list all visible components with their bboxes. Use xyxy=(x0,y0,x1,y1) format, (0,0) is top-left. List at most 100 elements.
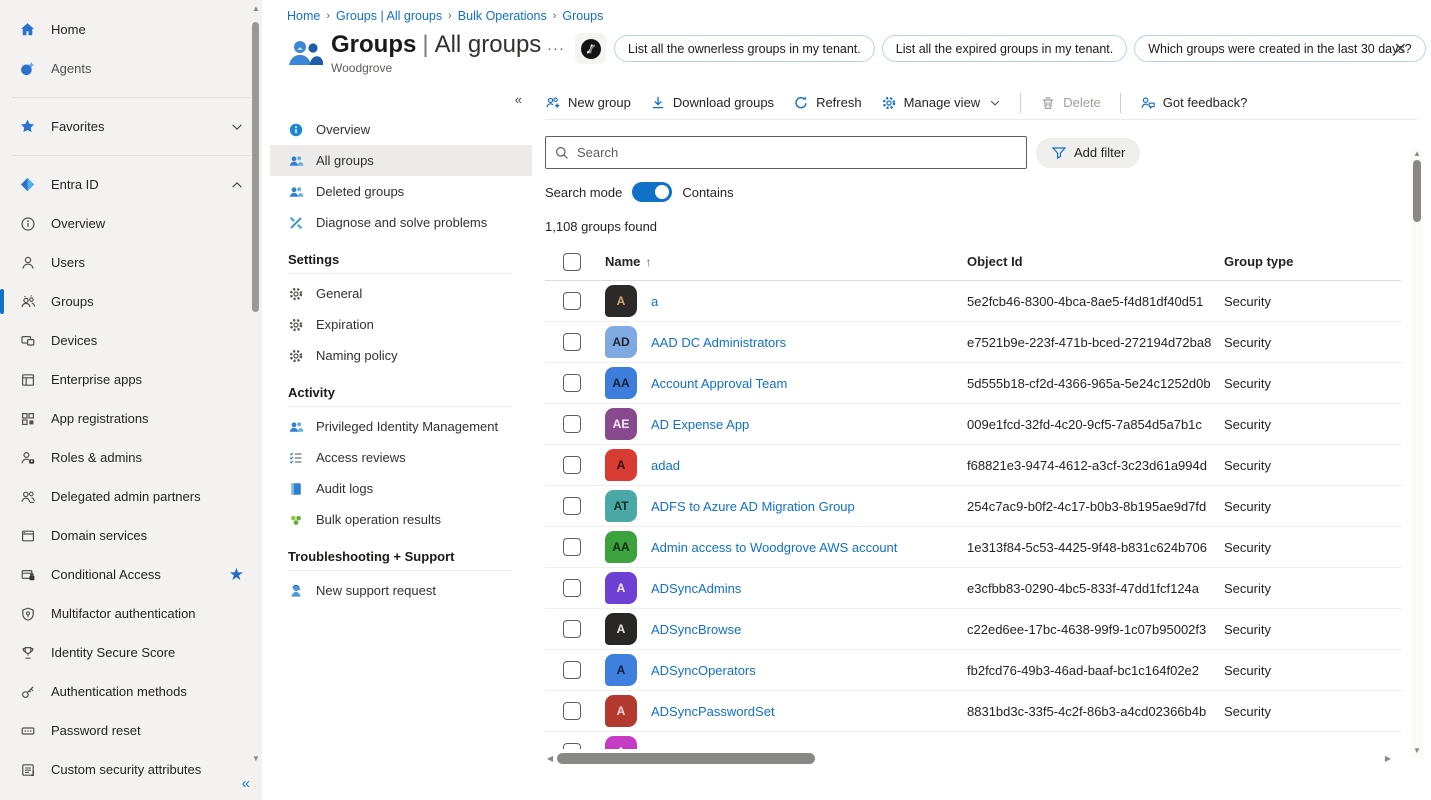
breadcrumb-link[interactable]: Home xyxy=(287,9,320,23)
sidebar-item-delegated-admin-partners[interactable]: Delegated admin partners xyxy=(0,477,262,516)
subnav-item-bulk-operation-results[interactable]: Bulk operation results xyxy=(270,504,532,535)
select-all-checkbox[interactable] xyxy=(563,253,581,271)
subnav-item-diagnose-and-solve-problems[interactable]: Diagnose and solve problems xyxy=(270,207,532,238)
subnav-item-new-support-request[interactable]: New support request xyxy=(270,575,532,606)
scroll-left-icon[interactable]: ◀ xyxy=(545,754,555,764)
sidebar-collapse-button[interactable]: « xyxy=(242,775,250,792)
group-name-link[interactable]: Admin access to Woodgrove AWS account xyxy=(651,540,967,555)
overflow-menu-icon[interactable]: ··· xyxy=(545,40,567,57)
copilot-icon[interactable] xyxy=(575,33,606,64)
new-group-button[interactable]: New group xyxy=(545,95,631,111)
copilot-suggestion-pill[interactable]: List all the ownerless groups in my tena… xyxy=(614,35,875,62)
row-checkbox[interactable] xyxy=(563,661,581,679)
sidebar-item-authentication-methods[interactable]: Authentication methods xyxy=(0,672,262,711)
row-checkbox[interactable] xyxy=(563,292,581,310)
row-checkbox[interactable] xyxy=(563,702,581,720)
people-blue-icon xyxy=(288,184,304,200)
favorite-star-icon[interactable]: ★ xyxy=(229,566,244,583)
copilot-suggestion-pill[interactable]: List all the expired groups in my tenant… xyxy=(882,35,1127,62)
group-name-link[interactable]: ADSyncBrowse xyxy=(651,622,967,637)
sidebar-item-groups[interactable]: Groups xyxy=(0,282,262,321)
manage-view-button[interactable]: Manage view xyxy=(881,95,1002,111)
add-filter-button[interactable]: Add filter xyxy=(1036,138,1140,168)
group-name-link[interactable]: AD Expense App xyxy=(651,417,967,432)
subnav-item-audit-logs[interactable]: Audit logs xyxy=(270,473,532,504)
row-checkbox[interactable] xyxy=(563,415,581,433)
subnav-item-label: Deleted groups xyxy=(316,184,404,199)
refresh-button[interactable]: Refresh xyxy=(793,95,862,111)
subnav-item-all-groups[interactable]: All groups xyxy=(270,145,532,176)
close-icon[interactable]: ✕ xyxy=(1394,39,1407,59)
column-header-object-id[interactable]: Object Id xyxy=(967,254,1224,269)
scroll-right-icon[interactable]: ▶ xyxy=(1383,754,1393,764)
sidebar-item-users[interactable]: Users xyxy=(0,243,262,282)
row-checkbox[interactable] xyxy=(563,333,581,351)
scroll-down-icon[interactable]: ▼ xyxy=(251,754,261,764)
sidebar-item-conditional-access[interactable]: Conditional Access★ xyxy=(0,555,262,594)
sidebar-item-app-registrations[interactable]: App registrations xyxy=(0,399,262,438)
subnav-item-expiration[interactable]: Expiration xyxy=(270,309,532,340)
roles-admins-icon xyxy=(19,449,36,466)
table-vertical-scrollbar[interactable]: ▲ ▼ xyxy=(1411,148,1423,758)
sidebar-item-domain-services[interactable]: Domain services xyxy=(0,516,262,555)
scroll-down-icon[interactable]: ▼ xyxy=(1412,746,1422,756)
subnav-item-privileged-identity-management[interactable]: Privileged Identity Management xyxy=(270,411,532,442)
search-box[interactable] xyxy=(545,136,1027,169)
sidebar-item-custom-security-attributes[interactable]: Custom security attributes xyxy=(0,750,262,789)
sidebar-item-password-reset[interactable]: Password reset xyxy=(0,711,262,750)
sidebar-item-identity-secure-score[interactable]: Identity Secure Score xyxy=(0,633,262,672)
scrollbar-thumb[interactable] xyxy=(252,22,259,312)
row-checkbox[interactable] xyxy=(563,579,581,597)
search-mode-toggle[interactable] xyxy=(632,182,672,202)
sidebar-item-entra-id[interactable]: Entra ID xyxy=(0,165,262,204)
sidebar-item-roles-admins[interactable]: Roles & admins xyxy=(0,438,262,477)
group-name-link[interactable]: ADSyncOperators xyxy=(651,663,967,678)
row-checkbox[interactable] xyxy=(563,497,581,515)
breadcrumb-link[interactable]: Groups | All groups xyxy=(336,9,442,23)
column-header-group-type[interactable]: Group type xyxy=(1224,254,1401,269)
subnav-item-general[interactable]: General xyxy=(270,278,532,309)
group-name-link[interactable]: a xyxy=(651,294,967,309)
row-checkbox[interactable] xyxy=(563,743,581,749)
scrollbar-thumb[interactable] xyxy=(557,753,815,764)
subnav-collapse-button[interactable]: « xyxy=(270,92,532,114)
group-name-link[interactable]: ADSyncPasswordSet xyxy=(651,704,967,719)
results-count: 1,108 groups found xyxy=(545,219,1417,234)
breadcrumb-link[interactable]: Bulk Operations xyxy=(458,9,547,23)
group-name-link[interactable]: adad xyxy=(651,458,967,473)
subnav-item-access-reviews[interactable]: Access reviews xyxy=(270,442,532,473)
download-groups-button[interactable]: Download groups xyxy=(650,95,774,111)
group-name-link[interactable]: ADSyncAdmins xyxy=(651,581,967,596)
scroll-up-icon[interactable]: ▲ xyxy=(1412,149,1422,159)
subnav-item-deleted-groups[interactable]: Deleted groups xyxy=(270,176,532,207)
group-name-link[interactable]: AAD DC Administrators xyxy=(651,335,967,350)
sidebar-item-home[interactable]: Home xyxy=(0,10,262,49)
got-feedback--button[interactable]: Got feedback? xyxy=(1140,95,1248,111)
subnav-item-overview[interactable]: Overview xyxy=(270,114,532,145)
scroll-up-icon[interactable]: ▲ xyxy=(251,4,261,14)
sidebar-item-devices[interactable]: Devices xyxy=(0,321,262,360)
group-name-link[interactable]: ADFS to Azure AD Migration Group xyxy=(651,499,967,514)
sidebar-item-overview[interactable]: Overview xyxy=(0,204,262,243)
sidebar-scrollbar[interactable]: ▲ ▼ xyxy=(251,0,261,800)
sidebar-item-multifactor-authentication[interactable]: Multifactor authentication xyxy=(0,594,262,633)
sidebar-item-favorites[interactable]: Favorites xyxy=(0,107,262,146)
subnav-item-naming-policy[interactable]: Naming policy xyxy=(270,340,532,371)
row-checkbox[interactable] xyxy=(563,538,581,556)
password-reset-icon xyxy=(19,722,36,739)
row-checkbox[interactable] xyxy=(563,620,581,638)
delete-button[interactable]: Delete xyxy=(1040,95,1101,111)
group-name-link[interactable]: Account Approval Team xyxy=(651,376,967,391)
sidebar-item-label: Roles & admins xyxy=(51,450,142,465)
table-horizontal-scrollbar[interactable]: ◀ ▶ xyxy=(545,752,1393,766)
row-checkbox[interactable] xyxy=(563,456,581,474)
scrollbar-thumb[interactable] xyxy=(1413,160,1421,222)
search-input[interactable] xyxy=(577,145,1018,160)
row-checkbox[interactable] xyxy=(563,374,581,392)
copilot-suggestion-pill[interactable]: Which groups were created in the last 30… xyxy=(1134,35,1425,62)
breadcrumb-separator-icon: › xyxy=(448,10,452,22)
sidebar-item-agents[interactable]: Agents xyxy=(0,49,262,88)
sidebar-item-enterprise-apps[interactable]: Enterprise apps xyxy=(0,360,262,399)
column-header-name[interactable]: Name↑ xyxy=(605,254,967,269)
breadcrumb-link[interactable]: Groups xyxy=(562,9,603,23)
